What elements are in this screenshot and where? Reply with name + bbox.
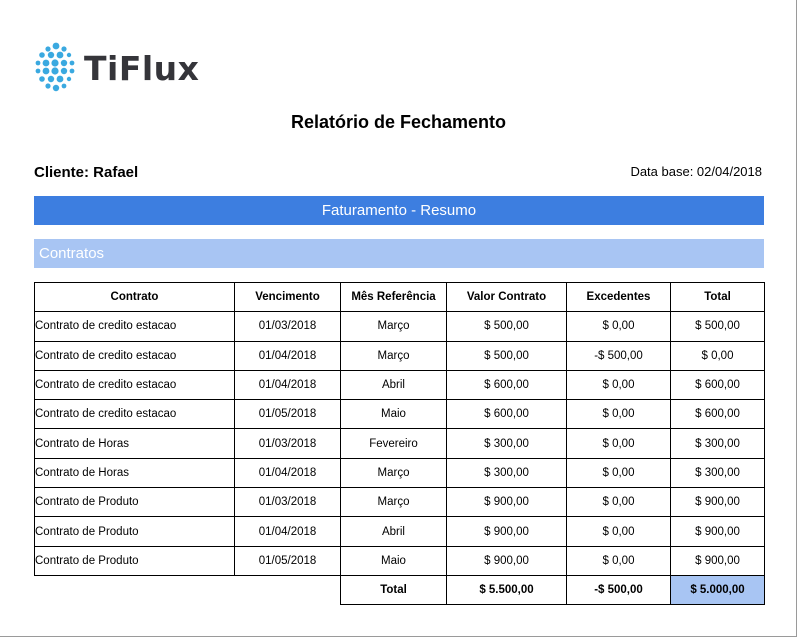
cell-contrato: Contrato de Produto — [34, 545, 235, 576]
table-row: Contrato de Horas 01/03/2018 Fevereiro $… — [34, 428, 765, 459]
total-blank-cell — [35, 575, 341, 604]
table-row: Contrato de credito estacao 01/05/2018 M… — [34, 399, 765, 430]
header-contrato: Contrato — [34, 281, 235, 313]
header-total: Total — [670, 281, 765, 313]
cell-contrato: Contrato de credito estacao — [34, 340, 235, 371]
cell-contrato: Contrato de Horas — [34, 457, 235, 489]
contracts-table: Contrato Vencimento Mês Referência Valor… — [34, 281, 765, 606]
cell-total: $ 900,00 — [670, 487, 765, 518]
cell-total: $ 300,00 — [670, 457, 765, 489]
cell-vencimento: 01/03/2018 — [234, 311, 341, 342]
total-excedentes: -$ 500,00 — [566, 574, 671, 606]
cell-valor: $ 900,00 — [446, 545, 567, 576]
cell-vencimento: 01/05/2018 — [234, 399, 341, 430]
cell-contrato: Contrato de credito estacao — [34, 311, 235, 342]
cell-total: $ 600,00 — [670, 369, 765, 401]
cell-vencimento: 01/05/2018 — [234, 545, 341, 576]
cell-valor: $ 300,00 — [446, 428, 567, 459]
cell-excedentes: $ 0,00 — [566, 311, 671, 342]
cell-excedentes: $ 0,00 — [566, 487, 671, 518]
header-excedentes: Excedentes — [566, 281, 671, 313]
cell-excedentes: $ 0,00 — [566, 457, 671, 489]
cell-total: $ 0,00 — [670, 340, 765, 371]
cell-total: $ 900,00 — [670, 545, 765, 576]
cell-excedentes: $ 0,00 — [566, 369, 671, 401]
header-valor-contrato: Valor Contrato — [446, 281, 567, 313]
cell-mes: Abril — [340, 369, 447, 401]
cell-mes: Março — [340, 457, 447, 489]
table-row: Contrato de credito estacao 01/03/2018 M… — [34, 311, 765, 342]
cell-valor: $ 900,00 — [446, 516, 567, 547]
cell-valor: $ 900,00 — [446, 487, 567, 518]
table-row: Contrato de Horas 01/04/2018 Março $ 300… — [34, 457, 765, 489]
cell-mes: Março — [340, 311, 447, 342]
cell-valor: $ 600,00 — [446, 399, 567, 430]
brand-name: TiFlux — [84, 48, 200, 88]
grand-total: $ 5.000,00 — [670, 574, 765, 606]
cell-total: $ 500,00 — [670, 311, 765, 342]
cell-vencimento: 01/04/2018 — [234, 340, 341, 371]
cell-valor: $ 500,00 — [446, 340, 567, 371]
cell-total: $ 300,00 — [670, 428, 765, 459]
header-mes-referencia: Mês Referência — [340, 281, 447, 313]
cell-contrato: Contrato de credito estacao — [34, 399, 235, 430]
dots-logo-icon — [35, 42, 75, 92]
cell-excedentes: -$ 500,00 — [566, 340, 671, 371]
cell-contrato: Contrato de Horas — [34, 428, 235, 459]
cell-total: $ 600,00 — [670, 399, 765, 430]
cell-mes: Fevereiro — [340, 428, 447, 459]
cell-vencimento: 01/04/2018 — [234, 457, 341, 489]
cell-vencimento: 01/03/2018 — [234, 487, 341, 518]
cell-mes: Maio — [340, 545, 447, 576]
cell-valor: $ 300,00 — [446, 457, 567, 489]
cell-vencimento: 01/04/2018 — [234, 516, 341, 547]
cell-vencimento: 01/03/2018 — [234, 428, 341, 459]
cell-mes: Março — [340, 340, 447, 371]
cell-excedentes: $ 0,00 — [566, 428, 671, 459]
cell-vencimento: 01/04/2018 — [234, 369, 341, 401]
table-row: Contrato de credito estacao 01/04/2018 M… — [34, 340, 765, 371]
date-base: Data base: 02/04/2018 — [630, 164, 762, 179]
tiflux-logo: TiFlux — [34, 40, 199, 96]
client-name: Cliente: Rafael — [34, 164, 139, 181]
cell-excedentes: $ 0,00 — [566, 516, 671, 547]
cell-excedentes: $ 0,00 — [566, 545, 671, 576]
total-label: Total — [340, 574, 447, 606]
cell-total: $ 900,00 — [670, 516, 765, 547]
cell-contrato: Contrato de Produto — [34, 516, 235, 547]
table-total-row: Total $ 5.500,00 -$ 500,00 $ 5.000,00 — [35, 574, 765, 606]
cell-valor: $ 500,00 — [446, 311, 567, 342]
cell-contrato: Contrato de Produto — [34, 487, 235, 518]
cell-contrato: Contrato de credito estacao — [34, 369, 235, 401]
cell-mes: Abril — [340, 516, 447, 547]
report-title: Relatório de Fechamento — [290, 112, 507, 132]
table-row: Contrato de Produto 01/05/2018 Maio $ 90… — [34, 545, 765, 576]
summary-banner: Faturamento - Resumo — [34, 196, 764, 225]
header-vencimento: Vencimento — [234, 281, 341, 313]
table-header-row: Contrato Vencimento Mês Referência Valor… — [34, 281, 765, 313]
cell-valor: $ 600,00 — [446, 369, 567, 401]
cell-mes: Março — [340, 487, 447, 518]
table-row: Contrato de Produto 01/03/2018 Março $ 9… — [34, 487, 765, 518]
total-valor-contrato: $ 5.500,00 — [446, 574, 567, 606]
cell-excedentes: $ 0,00 — [566, 399, 671, 430]
table-row: Contrato de credito estacao 01/04/2018 A… — [34, 369, 765, 401]
table-row: Contrato de Produto 01/04/2018 Abril $ 9… — [34, 516, 765, 547]
report-page: TiFlux Relatório de Fechamento Cliente: … — [0, 0, 797, 637]
section-header-contratos: Contratos — [34, 239, 764, 268]
cell-mes: Maio — [340, 399, 447, 430]
